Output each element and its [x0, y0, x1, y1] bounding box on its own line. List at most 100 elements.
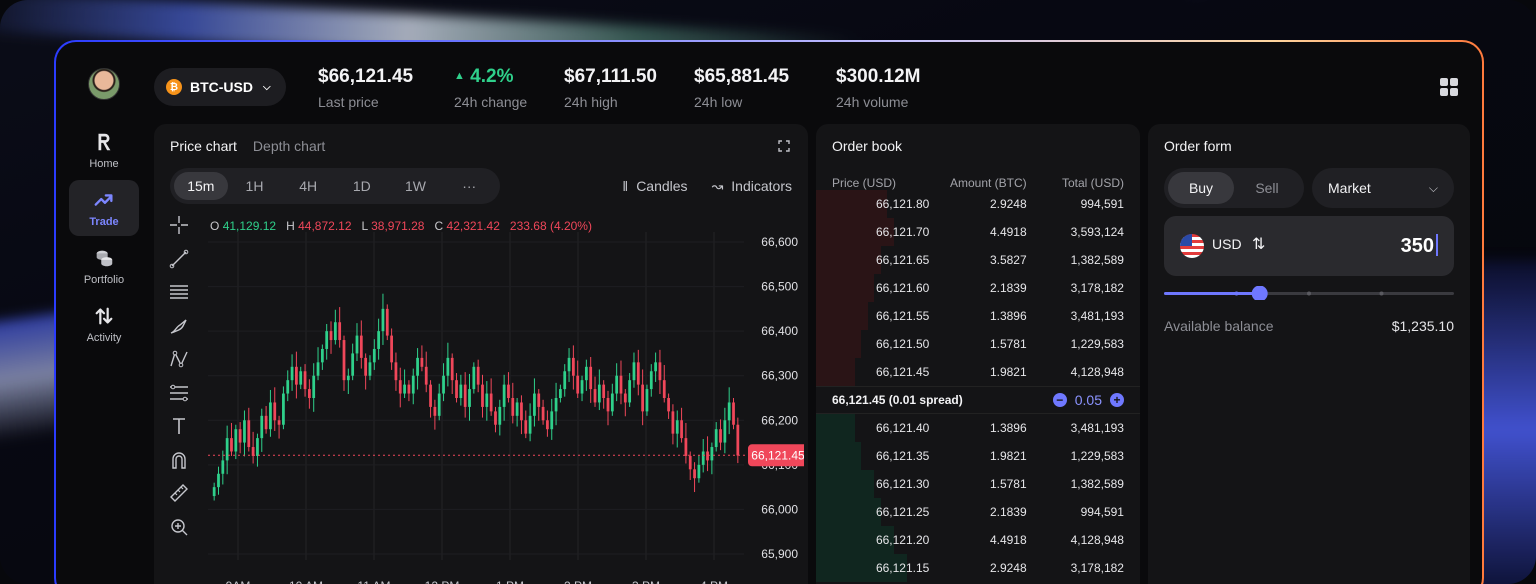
candle-body — [303, 371, 307, 390]
sidebar-item-portfolio[interactable]: Portfolio — [69, 238, 139, 294]
magnet-icon[interactable] — [168, 449, 190, 471]
ask-row[interactable]: 66,121.65 3.5827 1,382,589 — [816, 246, 1140, 274]
tab-depth-chart[interactable]: Depth chart — [253, 138, 325, 154]
buy-button[interactable]: Buy — [1168, 172, 1234, 204]
us-flag-icon — [1180, 234, 1204, 258]
timeframe-1d[interactable]: 1D — [335, 172, 389, 200]
timeframe-more[interactable]: ··· — [442, 172, 496, 200]
ask-row[interactable]: 66,121.50 1.5781 1,229,583 — [816, 330, 1140, 358]
bid-total: 1,229,583 — [1070, 449, 1124, 463]
order-type-select[interactable]: Market ⌵ — [1312, 168, 1454, 208]
bid-row[interactable]: 66,121.25 2.1839 994,591 — [816, 498, 1140, 526]
ask-row[interactable]: 66,121.80 2.9248 994,591 — [816, 190, 1140, 218]
swap-icon[interactable]: ⇅ — [1252, 234, 1265, 254]
candle-body — [455, 380, 458, 398]
grid-icon[interactable] — [1440, 78, 1458, 96]
horizontal-lines-icon[interactable] — [168, 281, 190, 303]
bid-amount: 1.3896 — [989, 421, 1027, 435]
bid-price: 66,121.25 — [875, 505, 930, 519]
ask-row[interactable]: 66,121.55 1.3896 3,481,193 — [816, 302, 1140, 330]
order-book-header: Price (USD) Amount (BTC) Total (USD) — [832, 176, 1124, 190]
candle-body — [359, 335, 363, 358]
sidebar-item-trade[interactable]: Trade — [69, 180, 139, 236]
crosshair-icon[interactable] — [168, 214, 190, 236]
candle-body — [494, 411, 497, 425]
candle-body — [520, 402, 523, 421]
bid-row[interactable]: 66,121.15 2.9248 3,178,182 — [816, 554, 1140, 582]
candle-body — [662, 380, 666, 398]
bid-price: 66,121.15 — [875, 561, 930, 575]
tab-price-chart[interactable]: Price chart — [170, 138, 237, 154]
sidebar-item-home[interactable]: Home — [69, 122, 139, 178]
ask-row[interactable]: 66,121.70 4.4918 3,593,124 — [816, 218, 1140, 246]
available-balance: Available balance $1,235.10 — [1164, 318, 1454, 334]
triangle-up-icon: ▲ — [454, 70, 465, 82]
candle-body — [351, 353, 355, 376]
trendline-icon[interactable] — [168, 248, 190, 270]
drawing-toolbar — [168, 214, 190, 549]
bid-row[interactable]: 66,121.20 4.4918 4,128,948 — [816, 526, 1140, 554]
timeframe-1w[interactable]: 1W — [389, 172, 443, 200]
candle-body — [688, 455, 692, 470]
candle-body — [459, 384, 463, 398]
bid-total: 4,128,948 — [1070, 533, 1124, 547]
candle-body — [576, 375, 580, 394]
candle-body — [632, 362, 636, 381]
sell-button[interactable]: Sell — [1234, 172, 1300, 204]
slider-knob — [1251, 286, 1268, 300]
candle-body — [563, 371, 567, 390]
pattern-icon[interactable] — [168, 348, 190, 370]
candle-body — [645, 389, 649, 412]
expand-icon[interactable] — [778, 140, 790, 152]
spread-row: 66,121.45 (0.01 spread) −0.05 + — [816, 386, 1140, 414]
pair-selector[interactable]: ₿ BTC-USD ⌵ — [154, 68, 286, 106]
candle-body — [247, 420, 251, 448]
candle-body — [403, 384, 406, 394]
chevron-down-icon: ⌵ — [263, 81, 271, 93]
slider-tick — [1379, 291, 1384, 296]
ask-row[interactable]: 66,121.45 1.9821 4,128,948 — [816, 358, 1140, 386]
plus-icon[interactable]: + — [1110, 393, 1124, 407]
candle-body — [346, 375, 350, 381]
candle-body — [468, 389, 471, 407]
amount-slider[interactable] — [1164, 286, 1454, 300]
ruler-icon[interactable] — [168, 482, 190, 504]
x-tick-label: 9AM — [226, 579, 251, 584]
minus-icon[interactable]: − — [1052, 393, 1067, 407]
ask-total: 3,481,193 — [1070, 309, 1124, 323]
bid-row[interactable]: 66,121.35 1.9821 1,229,583 — [816, 442, 1140, 470]
candle-body — [238, 429, 242, 443]
timeframe-15m[interactable]: 15m — [174, 172, 228, 200]
indicators-button[interactable]: ↝ Indicators — [712, 178, 792, 195]
amount-input[interactable]: USD ⇅ 350 — [1164, 216, 1454, 276]
bid-total: 3,178,182 — [1070, 561, 1124, 575]
bid-row[interactable]: 66,121.30 1.5781 1,382,589 — [816, 470, 1140, 498]
candle-body — [649, 371, 653, 390]
candle-body — [221, 460, 225, 474]
candle-body — [333, 322, 337, 341]
fib-icon[interactable] — [168, 382, 190, 404]
sidebar-item-label: Activity — [86, 331, 122, 344]
candle-body — [489, 393, 493, 412]
sidebar-item-activity[interactable]: Activity — [69, 296, 139, 352]
timeframe-4h[interactable]: 4H — [281, 172, 335, 200]
zoom-in-icon[interactable] — [168, 516, 190, 538]
bid-price: 66,121.20 — [875, 533, 930, 547]
candle-body — [372, 348, 376, 363]
bid-row[interactable]: 66,121.40 1.3896 3,481,193 — [816, 414, 1140, 442]
candle-body — [225, 438, 229, 461]
candle-body — [420, 357, 424, 367]
avatar[interactable] — [88, 68, 120, 100]
ask-row[interactable]: 66,121.60 2.1839 3,178,182 — [816, 274, 1140, 302]
candlestick-chart[interactable]: 9AM 10 AM 11 AM 12 PM 1 PM 2 PM 3 PM 4 PM 66,600… — [204, 224, 804, 584]
brush-icon[interactable] — [168, 315, 190, 337]
ask-amount: 1.9821 — [989, 365, 1027, 379]
candle-body — [282, 393, 285, 425]
candles-button[interactable]: ‖ Candles — [622, 178, 687, 195]
bid-total: 3,481,193 — [1070, 421, 1124, 435]
bitcoin-icon: ₿ — [166, 79, 182, 95]
text-tool-icon[interactable] — [168, 415, 190, 437]
timeframe-1h[interactable]: 1H — [228, 172, 282, 200]
candles-icon: ‖ — [622, 178, 629, 194]
ask-amount: 2.1839 — [989, 281, 1027, 295]
